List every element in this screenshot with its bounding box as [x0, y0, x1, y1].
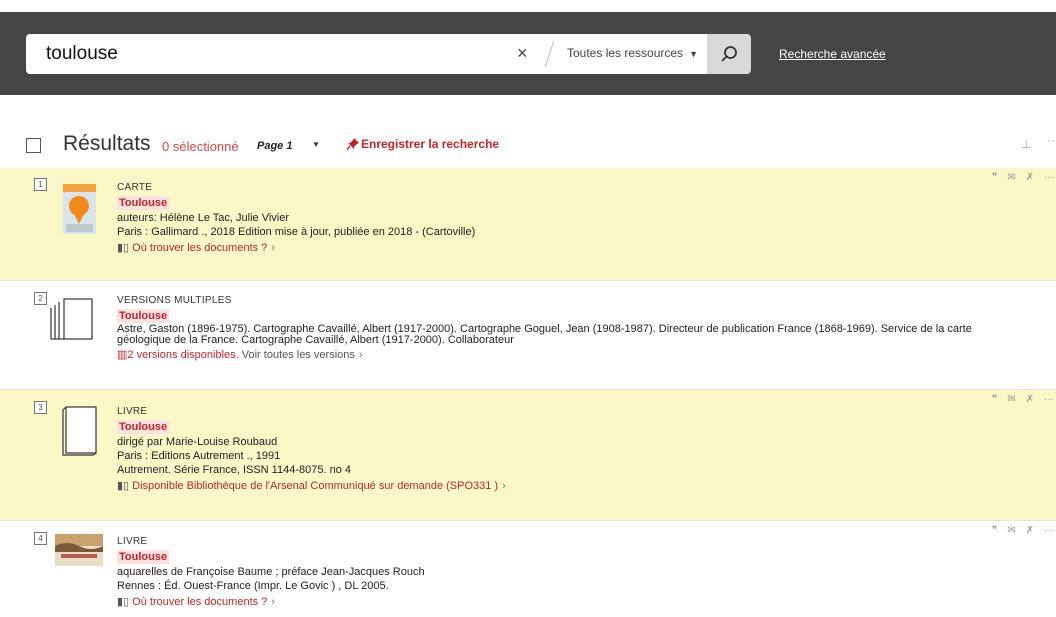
more-icon[interactable]: ··	[1047, 133, 1055, 147]
clear-search-button[interactable]: ×	[517, 43, 528, 64]
record-actions: ❞ ✉ ✗ ···	[992, 172, 1054, 183]
book-icon	[62, 406, 97, 456]
availability-label: Disponible Bibliothèque de l'Arsenal Com…	[132, 480, 499, 492]
record-detail: auteurs: Hélène Le Tac, Julie Vivier	[117, 212, 290, 224]
record-title-link[interactable]: Toulouse	[117, 420, 170, 434]
record-type: CARTE	[117, 182, 153, 193]
versions-icon: ▥	[117, 349, 128, 361]
record-title-link[interactable]: Toulouse	[117, 196, 170, 210]
selected-count: 0 sélectionné	[162, 139, 239, 154]
page-indicator: Page 1	[257, 140, 293, 152]
record-number: 2	[34, 292, 47, 305]
all-versions-label: Voir toutes les versions	[241, 349, 355, 361]
search-box: × Toutes les ressources ▼	[26, 34, 709, 74]
scope-select[interactable]: Toutes les ressources ▼	[567, 46, 698, 60]
book-icon: ▮▯	[117, 596, 133, 608]
record-detail: dirigé par Marie-Louise Roubaud	[117, 436, 278, 448]
advanced-search-link[interactable]: Recherche avancée	[779, 47, 886, 61]
divider	[544, 40, 555, 68]
pin-icon[interactable]: ⊥	[1021, 137, 1031, 151]
record-detail: géologique de la France. Cartographe Cav…	[117, 334, 514, 346]
book-icon: ▮▯	[117, 480, 133, 492]
save-search-button[interactable]: Enregistrer la recherche	[346, 137, 500, 151]
more-icon[interactable]: ···	[1044, 394, 1054, 405]
chevron-right-icon: ›	[502, 480, 506, 492]
record-type: LIVRE	[117, 406, 148, 417]
versions-label: 2 versions disponibles.	[127, 349, 239, 361]
results-header: Résultats 0 sélectionné Page 1 ▼ Enregis…	[26, 131, 1056, 159]
results-title: Résultats	[63, 132, 151, 155]
quote-icon[interactable]: ❞	[992, 525, 997, 536]
search-input[interactable]	[46, 43, 506, 65]
book-icon: ▮▯	[117, 242, 133, 254]
caret-down-icon: ▼	[689, 49, 698, 59]
pin-icon[interactable]: ✗	[1026, 394, 1034, 405]
quote-icon[interactable]: ❞	[992, 394, 997, 405]
availability-label: Où trouver les documents ?	[132, 596, 268, 608]
record-title-link[interactable]: Toulouse	[117, 309, 170, 323]
more-icon[interactable]: ···	[1044, 172, 1054, 183]
scope-label: Toutes les ressources	[567, 46, 684, 60]
pin-icon[interactable]: ✗	[1026, 525, 1034, 536]
save-search-label: Enregistrer la recherche	[361, 137, 500, 151]
result-record: 2 VERSIONS MULTIPLES Toulouse Astre, Gas…	[0, 281, 1056, 389]
book-cover-image[interactable]	[55, 534, 103, 566]
multiple-versions-icon	[50, 298, 93, 340]
pin-icon	[346, 138, 359, 150]
map-thumbnail-image[interactable]	[63, 184, 96, 234]
record-detail: aquarelles de Françoise Baume ; préface …	[117, 566, 425, 578]
availability-link[interactable]: ▮▯ Où trouver les documents ? ›	[117, 595, 425, 609]
record-detail: Paris : Editions Autrement ., 1991	[117, 450, 281, 462]
record-actions: ❞ ✉ ✗ ···	[992, 394, 1054, 405]
record-detail: Paris : Gallimard ., 2018 Edition mise à…	[117, 226, 476, 238]
availability-label: Où trouver les documents ?	[132, 242, 268, 254]
result-record: 3 LIVRE Toulouse dirigé par Marie-Louise…	[0, 390, 1056, 520]
select-all-checkbox[interactable]	[26, 138, 41, 153]
search-icon	[721, 46, 737, 62]
search-button[interactable]	[707, 34, 751, 74]
record-actions: ❞ ✉ ✗ ···	[992, 525, 1054, 536]
chevron-right-icon: ›	[271, 596, 275, 608]
result-record: 4 LIVRE Toulouse aquarelles de Françoise…	[0, 521, 1056, 617]
record-detail: Rennes : Éd. Ouest-France (Impr. Le Govi…	[117, 580, 389, 592]
availability-link[interactable]: ▮▯ Disponible Bibliothèque de l'Arsenal …	[117, 479, 506, 493]
record-type: LIVRE	[117, 536, 148, 547]
record-type: VERSIONS MULTIPLES	[117, 295, 232, 306]
search-bar: × Toutes les ressources ▼ Recherche avanc…	[0, 12, 1056, 95]
result-record: 1 CARTE Toulouse auteurs: Hélène Le Tac,…	[0, 168, 1056, 280]
pin-icon[interactable]: ✗	[1026, 172, 1034, 183]
quote-icon[interactable]: ❞	[992, 172, 997, 183]
mail-icon[interactable]: ✉	[1007, 525, 1015, 536]
versions-link[interactable]: ▥2 versions disponibles. Voir toutes les…	[117, 348, 972, 362]
page-caret-icon[interactable]: ▼	[312, 140, 320, 149]
record-number: 4	[34, 532, 47, 545]
record-number: 1	[34, 178, 47, 191]
availability-link[interactable]: ▮▯ Où trouver les documents ? ›	[117, 241, 475, 255]
record-detail: Autrement. Série France, ISSN 1144-8075.…	[117, 464, 351, 476]
record-title-link[interactable]: Toulouse	[117, 550, 170, 564]
chevron-right-icon: ›	[358, 349, 363, 361]
chevron-right-icon: ›	[271, 242, 275, 254]
mail-icon[interactable]: ✉	[1007, 394, 1015, 405]
record-number: 3	[34, 401, 47, 414]
mail-icon[interactable]: ✉	[1007, 172, 1015, 183]
more-icon[interactable]: ···	[1044, 525, 1054, 536]
